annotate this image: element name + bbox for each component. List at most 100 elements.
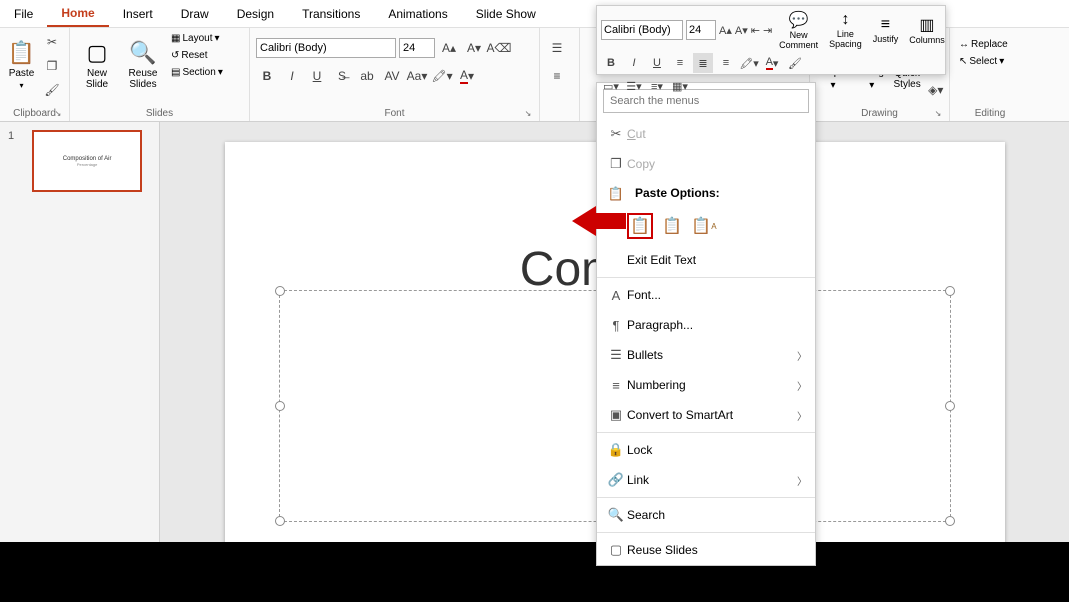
tab-animations[interactable]: Animations xyxy=(374,2,461,26)
highlight-icon[interactable]: 🖍▾ xyxy=(431,65,453,87)
separator xyxy=(597,497,815,498)
decrease-font-icon[interactable]: A▾ xyxy=(463,37,485,59)
font-dialog-launcher[interactable]: ↘ xyxy=(523,109,533,119)
italic-icon[interactable]: I xyxy=(281,65,303,87)
clipboard-dialog-launcher[interactable]: ↘ xyxy=(53,109,63,119)
font-color-icon[interactable]: A▾ xyxy=(456,65,478,87)
tab-transitions[interactable]: Transitions xyxy=(288,2,374,26)
select-button[interactable]: ↖ Select ▾ xyxy=(956,54,1007,69)
tab-design[interactable]: Design xyxy=(223,2,288,26)
paragraph-label xyxy=(546,117,573,121)
columns-icon: ▥ xyxy=(919,15,934,35)
tab-home[interactable]: Home xyxy=(47,1,108,27)
format-painter-icon[interactable]: 🖌 xyxy=(41,79,63,101)
replace-button[interactable]: ↔ Replace xyxy=(956,37,1011,52)
context-copy: ❐ Copy xyxy=(597,149,815,179)
chevron-right-icon: 〉 xyxy=(797,408,807,423)
reset-icon: ↺ xyxy=(171,50,179,61)
mini-bold-icon[interactable]: B xyxy=(601,53,621,73)
reuse-slides-button[interactable]: 🔍 Reuse Slides xyxy=(122,31,164,99)
bullets-icon: ☰ xyxy=(605,347,627,363)
tab-file[interactable]: File xyxy=(0,2,47,26)
context-link[interactable]: 🔗 Link 〉 xyxy=(597,465,815,495)
separator xyxy=(597,532,815,533)
font-size-select[interactable] xyxy=(399,38,435,58)
mini-extra-icon[interactable]: ▦▾ xyxy=(670,76,690,96)
copy-icon: ❐ xyxy=(605,156,627,172)
context-reuse-slides[interactable]: ▢ Reuse Slides xyxy=(597,535,815,565)
mini-size-select[interactable] xyxy=(686,20,716,40)
mini-line-spacing-button[interactable]: ↕Line Spacing xyxy=(825,11,866,49)
font-name-select[interactable] xyxy=(256,38,396,58)
paste-keep-source-formatting[interactable]: 📋 xyxy=(659,213,685,239)
mini-styles-icon[interactable]: ▭▾ xyxy=(601,76,621,96)
paste-text-only[interactable]: 📋A xyxy=(691,213,717,239)
lock-icon: 🔒 xyxy=(605,442,627,458)
mini-underline-icon[interactable]: U xyxy=(647,53,667,73)
increase-font-icon[interactable]: A▴ xyxy=(438,37,460,59)
mini-increase-font-icon[interactable]: A▴ xyxy=(719,20,732,40)
align-left-icon[interactable]: ≡ xyxy=(546,65,568,87)
tab-insert[interactable]: Insert xyxy=(109,2,167,26)
bold-icon[interactable]: B xyxy=(256,65,278,87)
shadow-icon[interactable]: ab xyxy=(356,65,378,87)
drawing-dialog-launcher[interactable]: ↘ xyxy=(933,109,943,119)
resize-handle[interactable] xyxy=(275,401,285,411)
resize-handle[interactable] xyxy=(945,401,955,411)
mini-font-color-icon[interactable]: A▾ xyxy=(762,53,782,73)
context-smartart[interactable]: ▣ Convert to SmartArt 〉 xyxy=(597,400,815,430)
mini-justify-button[interactable]: ≡Justify xyxy=(869,16,903,44)
mini-decrease-indent-icon[interactable]: ⇤ xyxy=(751,20,760,40)
context-lock[interactable]: 🔒 Lock xyxy=(597,435,815,465)
group-font: A▴ A▾ A⌫ B I U S̶ ab AV Aa▾ 🖍▾ A▾ Font ↘ xyxy=(250,28,540,121)
section-button[interactable]: ▤ Section ▾ xyxy=(168,65,226,80)
mini-align-right-icon[interactable]: ≡ xyxy=(716,53,736,73)
bottom-black-bar xyxy=(0,542,1069,602)
mini-columns-button[interactable]: ▥Columns xyxy=(905,15,949,45)
strikethrough-icon[interactable]: S̶ xyxy=(331,65,353,87)
mini-align-left-icon[interactable]: ≡ xyxy=(670,53,690,73)
context-numbering[interactable]: ≡ Numbering 〉 xyxy=(597,370,815,400)
spacing-icon[interactable]: AV xyxy=(381,65,403,87)
bullets-icon[interactable]: ☰ xyxy=(546,37,568,59)
resize-handle[interactable] xyxy=(275,286,285,296)
slide-thumbnail[interactable]: Composition of Air Percentage xyxy=(32,130,142,192)
section-icon: ▤ xyxy=(171,67,180,78)
mini-decrease-font-icon[interactable]: A▾ xyxy=(735,20,748,40)
mini-italic-icon[interactable]: I xyxy=(624,53,644,73)
layout-icon: ▦ xyxy=(171,33,180,44)
layout-button[interactable]: ▦ Layout ▾ xyxy=(168,31,226,46)
underline-icon[interactable]: U xyxy=(306,65,328,87)
reset-button[interactable]: ↺ Reset xyxy=(168,48,226,63)
paste-use-destination-theme[interactable]: 📋 xyxy=(627,213,653,239)
link-icon: 🔗 xyxy=(605,472,627,488)
context-exit-edit[interactable]: Exit Edit Text xyxy=(597,245,815,275)
resize-handle[interactable] xyxy=(945,516,955,526)
clear-formatting-icon[interactable]: A⌫ xyxy=(488,37,510,59)
mini-numbering-icon[interactable]: ≡▾ xyxy=(647,76,667,96)
resize-handle[interactable] xyxy=(945,286,955,296)
copy-icon[interactable]: ❐ xyxy=(41,55,63,77)
mini-align-center-icon[interactable]: ≣ xyxy=(693,53,713,73)
tab-slideshow[interactable]: Slide Show xyxy=(462,2,550,26)
mini-format-painter-icon[interactable]: 🖌 xyxy=(785,53,805,73)
new-slide-icon: ▢ xyxy=(87,40,108,66)
mini-font-select[interactable] xyxy=(601,20,683,40)
context-bullets[interactable]: ☰ Bullets 〉 xyxy=(597,340,815,370)
cut-icon: ✂ xyxy=(605,126,627,142)
change-case-icon[interactable]: Aa▾ xyxy=(406,65,428,87)
mini-new-comment-button[interactable]: 💬New Comment xyxy=(775,10,822,50)
paragraph-icon: ¶ xyxy=(605,318,627,333)
cut-icon[interactable]: ✂ xyxy=(41,31,63,53)
context-search-item[interactable]: 🔍 Search xyxy=(597,500,815,530)
context-paragraph[interactable]: ¶ Paragraph... xyxy=(597,310,815,340)
mini-highlight-icon[interactable]: 🖍▾ xyxy=(739,53,759,73)
tab-draw[interactable]: Draw xyxy=(167,2,223,26)
mini-increase-indent-icon[interactable]: ⇥ xyxy=(763,20,772,40)
paste-button[interactable]: 📋 Paste ▾ xyxy=(6,31,37,99)
new-slide-button[interactable]: ▢ New Slide xyxy=(76,31,118,99)
resize-handle[interactable] xyxy=(275,516,285,526)
mini-bullets-icon[interactable]: ☰▾ xyxy=(624,76,644,96)
group-slides: ▢ New Slide 🔍 Reuse Slides ▦ Layout ▾ ↺ … xyxy=(70,28,250,121)
context-font[interactable]: A Font... xyxy=(597,280,815,310)
